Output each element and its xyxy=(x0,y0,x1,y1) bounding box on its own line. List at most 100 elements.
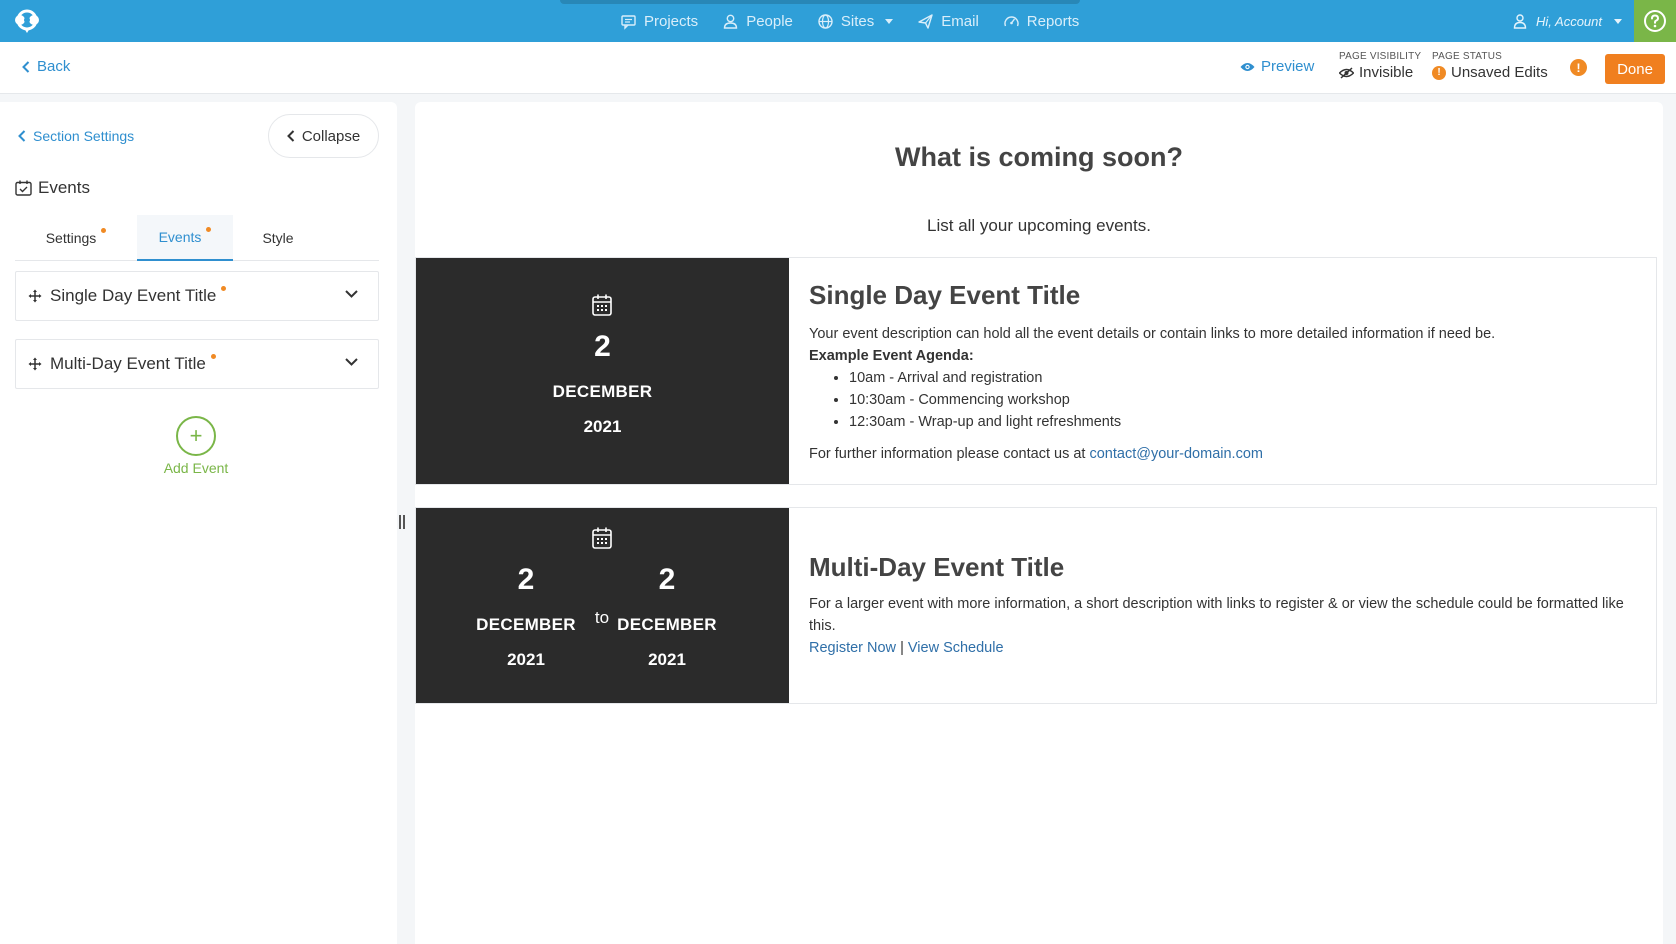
move-icon[interactable] xyxy=(28,289,42,303)
warning-icon: ! xyxy=(1432,65,1446,80)
panel-resize-handle[interactable] xyxy=(399,515,407,529)
event-item-title: Single Day Event Title xyxy=(50,286,217,305)
account-menu[interactable]: Hi, Account xyxy=(1512,0,1622,42)
globe-icon xyxy=(818,13,833,29)
agenda-item: 12:30am - Wrap-up and light refreshments xyxy=(849,411,1636,433)
main-nav: Projects People Sites Email Reports xyxy=(620,0,1079,42)
section-settings-label: Section Settings xyxy=(33,128,135,144)
nav-projects-label: Projects xyxy=(644,12,699,30)
chevron-down-icon xyxy=(1614,18,1622,24)
editor-toolbar: Back Preview PAGE VISIBILITY Invisible P… xyxy=(0,42,1676,94)
event-date-panel: 2 DECEMBER 2021 to 2 DECEMBER 2021 xyxy=(416,508,789,703)
top-nav-bar: Projects People Sites Email Reports Hi, … xyxy=(0,0,1676,42)
page-visibility-label: PAGE VISIBILITY xyxy=(1339,51,1422,62)
start-day: 2 xyxy=(517,563,535,596)
collapse-button[interactable]: Collapse xyxy=(268,114,379,158)
nav-reports-label: Reports xyxy=(1026,12,1080,30)
done-button[interactable]: Done xyxy=(1605,54,1665,84)
alert-icon[interactable]: ! xyxy=(1570,59,1587,76)
chevron-left-icon xyxy=(22,60,30,73)
unsaved-dot xyxy=(221,285,227,291)
unsaved-dot xyxy=(101,227,107,233)
event-body: Multi-Day Event Title For a larger event… xyxy=(809,552,1636,659)
register-now-link[interactable]: Register Now xyxy=(809,640,896,656)
page-status-value: Unsaved Edits xyxy=(1451,64,1548,81)
tab-settings-label: Settings xyxy=(45,230,97,246)
section-settings-panel: Section Settings Collapse Events Setting… xyxy=(0,102,397,944)
event-description: Your event description can hold all the … xyxy=(809,326,1496,342)
nav-projects[interactable]: Projects xyxy=(620,13,698,30)
nav-sites[interactable]: Sites xyxy=(817,12,894,30)
nav-email[interactable]: Email xyxy=(917,13,979,30)
page-visibility[interactable]: PAGE VISIBILITY Invisible xyxy=(1339,51,1421,81)
chevron-down-icon[interactable] xyxy=(345,290,358,298)
plus-icon: + xyxy=(176,416,216,456)
event-links: Register Now | View Schedule xyxy=(809,637,1636,659)
agenda-item: 10am - Arrival and registration xyxy=(849,367,1636,389)
question-circle-icon xyxy=(1644,10,1666,32)
contact-prefix: For further information please contact u… xyxy=(809,446,1090,462)
agenda-list: 10am - Arrival and registration 10:30am … xyxy=(849,367,1636,433)
eye-icon xyxy=(1240,62,1255,71)
back-link[interactable]: Back xyxy=(22,58,70,75)
chat-icon xyxy=(621,14,636,30)
panel-tabs: Settings Events Style xyxy=(15,215,379,261)
unsaved-dot xyxy=(210,353,216,359)
nav-email-label: Email xyxy=(941,12,979,30)
chevron-left-icon xyxy=(286,130,295,142)
contact-email-link[interactable]: contact@your-domain.com xyxy=(1089,446,1262,462)
event-body: Single Day Event Title Your event descri… xyxy=(809,280,1636,465)
view-schedule-link[interactable]: View Schedule xyxy=(908,640,1004,656)
account-label: Hi, Account xyxy=(1536,13,1602,29)
help-button[interactable] xyxy=(1634,0,1676,42)
tab-settings[interactable]: Settings xyxy=(15,215,137,261)
tab-style[interactable]: Style xyxy=(233,215,323,261)
chevron-down-icon[interactable] xyxy=(345,358,358,366)
end-year: 2021 xyxy=(648,650,686,669)
collapse-label: Collapse xyxy=(301,127,361,145)
add-event-button[interactable]: + Add Event xyxy=(150,416,242,476)
nav-reports[interactable]: Reports xyxy=(1003,12,1080,30)
page-preview-canvas: What is coming soon? List all your upcom… xyxy=(415,102,1663,944)
section-subtitle[interactable]: List all your upcoming events. xyxy=(415,216,1663,236)
calendar-icon xyxy=(592,294,612,316)
nav-sites-label: Sites xyxy=(840,12,875,30)
tab-style-label: Style xyxy=(262,230,294,246)
event-item-title: Multi-Day Event Title xyxy=(50,354,206,373)
eye-slash-icon xyxy=(1339,66,1354,79)
page-status: PAGE STATUS ! Unsaved Edits xyxy=(1432,51,1548,81)
nav-people-label: People xyxy=(746,12,793,30)
event-card-multi-day[interactable]: 2 DECEMBER 2021 to 2 DECEMBER 2021 Multi… xyxy=(415,507,1657,704)
gauge-icon xyxy=(1004,15,1019,26)
app-logo-icon[interactable] xyxy=(12,8,42,34)
event-item-single-day[interactable]: Single Day Event Title xyxy=(15,271,379,321)
link-separator: | xyxy=(900,640,904,656)
back-label: Back xyxy=(37,58,71,75)
preview-label: Preview xyxy=(1261,58,1315,75)
agenda-item: 10:30am - Commencing workshop xyxy=(849,389,1636,411)
page-visibility-value: Invisible xyxy=(1359,64,1414,81)
preview-button[interactable]: Preview xyxy=(1240,58,1314,75)
chevron-left-icon xyxy=(18,130,26,142)
person-icon xyxy=(723,14,738,29)
unsaved-dot xyxy=(206,226,212,232)
calendar-check-icon xyxy=(15,180,32,196)
section-title[interactable]: What is coming soon? xyxy=(415,142,1663,173)
event-description-block: For a larger event with more information… xyxy=(809,593,1636,659)
section-settings-link[interactable]: Section Settings xyxy=(18,128,134,144)
event-card-single-day[interactable]: 2 DECEMBER 2021 Single Day Event Title Y… xyxy=(415,257,1657,485)
event-item-multi-day[interactable]: Multi-Day Event Title xyxy=(15,339,379,389)
page-status-label: PAGE STATUS xyxy=(1432,51,1502,62)
user-icon xyxy=(1513,14,1527,29)
tab-events[interactable]: Events xyxy=(137,215,233,261)
move-icon[interactable] xyxy=(28,357,42,371)
paper-plane-icon xyxy=(918,13,933,29)
event-year: 2021 xyxy=(583,417,622,436)
end-day: 2 xyxy=(658,563,676,596)
end-month: DECEMBER xyxy=(617,615,717,634)
event-description: For a larger event with more information… xyxy=(809,596,1624,634)
calendar-icon xyxy=(592,527,612,549)
panel-heading-label: Events xyxy=(38,178,90,197)
event-date-panel: 2 DECEMBER 2021 xyxy=(416,258,789,484)
nav-people[interactable]: People xyxy=(722,13,793,30)
